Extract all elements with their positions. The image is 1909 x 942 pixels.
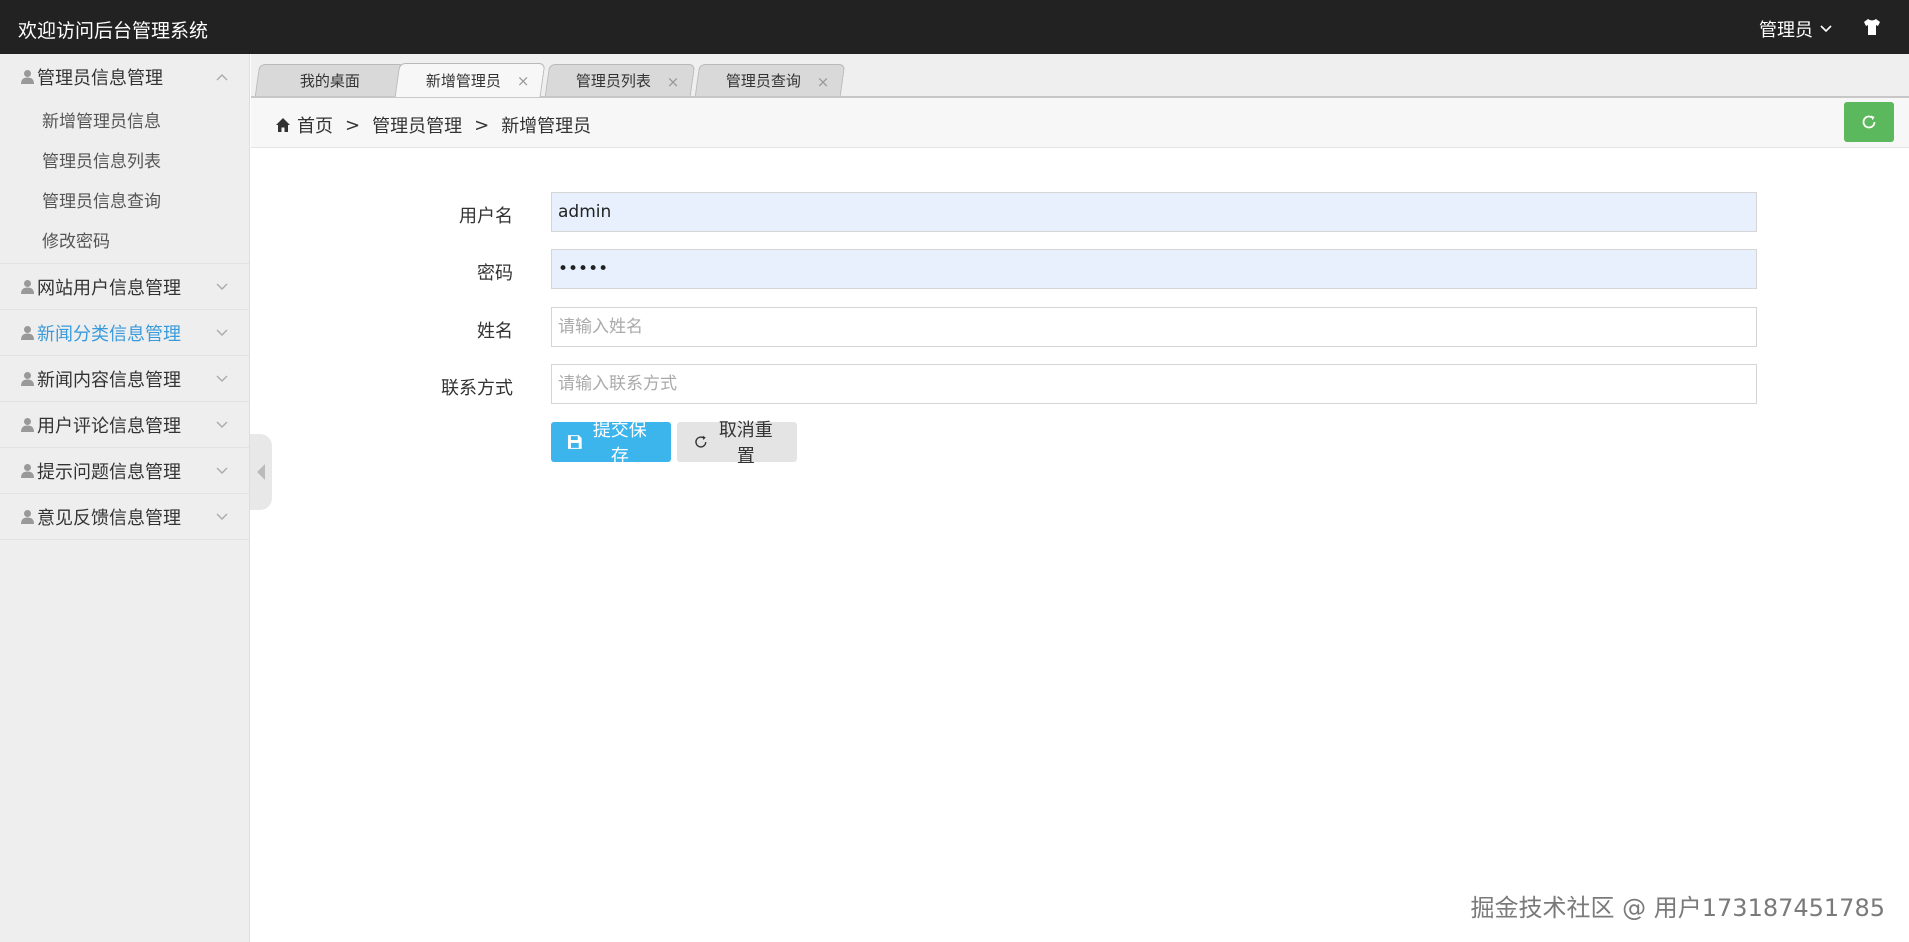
menu-group-news-category: 新闻分类信息管理	[0, 310, 249, 356]
breadcrumb-current: 新增管理员	[501, 116, 592, 137]
password-input[interactable]	[551, 249, 1757, 289]
name-input[interactable]	[551, 307, 1757, 347]
contact-label: 联系方式	[441, 378, 513, 399]
user-menu[interactable]: 管理员	[1759, 16, 1833, 42]
tab-desktop[interactable]: 我的桌面	[254, 64, 406, 96]
menu-group-news-content: 新闻内容信息管理	[0, 356, 249, 402]
tab-admin-query[interactable]: 管理员查询 ×	[694, 64, 846, 96]
tab-label: 我的桌面	[299, 72, 360, 90]
save-icon	[567, 435, 582, 449]
menu-title-label: 管理员信息管理	[37, 67, 163, 89]
close-icon[interactable]: ×	[667, 73, 680, 91]
submenu-admin: 新增管理员信息 管理员信息列表 管理员信息查询 修改密码	[0, 99, 249, 263]
chevron-down-icon	[216, 467, 228, 474]
menu-title-label: 提示问题信息管理	[37, 461, 181, 483]
menu-title-admin[interactable]: 管理员信息管理	[0, 54, 249, 99]
cancel-reset-label: 取消重置	[718, 420, 773, 467]
home-icon	[276, 118, 290, 132]
user-icon	[21, 418, 34, 432]
app-title: 欢迎访问后台管理系统	[18, 20, 209, 42]
chevron-down-icon	[216, 329, 228, 336]
menu-group-feedback: 意见反馈信息管理	[0, 494, 249, 540]
menu-group-site-users: 网站用户信息管理	[0, 264, 249, 310]
menu-title-label: 新闻内容信息管理	[37, 369, 181, 391]
chevron-down-icon	[1820, 25, 1832, 33]
submenu-item-add-admin[interactable]: 新增管理员信息	[0, 99, 249, 139]
menu-group-prompt-questions: 提示问题信息管理	[0, 448, 249, 494]
form-row-name: 姓名	[251, 307, 1909, 347]
breadcrumb-separator: >	[474, 114, 490, 136]
menu-title-label: 用户评论信息管理	[37, 415, 181, 437]
sidebar: 管理员信息管理 新增管理员信息 管理员信息列表 管理员信息查询 修改密码 网站用…	[0, 54, 250, 942]
user-menu-label: 管理员	[1759, 20, 1813, 41]
tshirt-icon[interactable]	[1861, 16, 1883, 38]
breadcrumb-level1: 管理员管理	[372, 116, 463, 137]
user-icon	[21, 372, 34, 386]
submit-save-button[interactable]: 提交保存	[551, 420, 671, 467]
chevron-down-icon	[216, 513, 228, 520]
tab-admin-list[interactable]: 管理员列表 ×	[544, 64, 696, 96]
tabs-bar: 我的桌面 新增管理员 × 管理员列表 × 管理员查询 ×	[251, 54, 1909, 98]
chevron-down-icon	[216, 283, 228, 290]
user-icon	[21, 510, 34, 524]
form-actions: 提交保存 取消重置	[551, 420, 797, 467]
name-label: 姓名	[477, 321, 513, 342]
close-icon[interactable]: ×	[817, 73, 830, 91]
caret-left-icon	[257, 464, 265, 480]
tab-label: 管理员查询	[726, 72, 802, 90]
submit-save-label: 提交保存	[592, 420, 647, 467]
menu-group-comments: 用户评论信息管理	[0, 402, 249, 448]
breadcrumb: 首页 > 管理员管理 > 新增管理员	[275, 112, 591, 138]
submenu-item-admin-query[interactable]: 管理员信息查询	[0, 179, 249, 219]
user-icon	[21, 70, 34, 84]
menu-title-feedback[interactable]: 意见反馈信息管理	[0, 494, 249, 539]
tab-label: 管理员列表	[576, 72, 652, 90]
breadcrumb-home[interactable]: 首页	[297, 112, 333, 138]
form-row-username: 用户名	[251, 192, 1909, 232]
refresh-icon	[1862, 115, 1876, 129]
cancel-reset-button[interactable]: 取消重置	[677, 420, 797, 467]
menu-title-label: 网站用户信息管理	[37, 277, 181, 299]
sidebar-collapse-toggle[interactable]	[250, 434, 272, 510]
menu-group-admin: 管理员信息管理 新增管理员信息 管理员信息列表 管理员信息查询 修改密码	[0, 54, 249, 264]
refresh-button[interactable]	[1844, 102, 1894, 142]
tab-add-admin[interactable]: 新增管理员 ×	[394, 63, 546, 97]
menu-title-news-content[interactable]: 新闻内容信息管理	[0, 356, 249, 401]
menu-title-site-users[interactable]: 网站用户信息管理	[0, 264, 249, 309]
menu-title-label: 新闻分类信息管理	[37, 323, 181, 345]
menu-title-prompt-questions[interactable]: 提示问题信息管理	[0, 448, 249, 493]
username-label: 用户名	[459, 206, 513, 227]
submenu-item-change-password[interactable]: 修改密码	[0, 219, 249, 259]
contact-input[interactable]	[551, 364, 1757, 404]
form-row-password: 密码	[251, 249, 1909, 289]
breadcrumb-separator: >	[345, 114, 361, 136]
breadcrumb-bar: 首页 > 管理员管理 > 新增管理员	[251, 98, 1909, 148]
chevron-down-icon	[216, 421, 228, 428]
user-icon	[21, 464, 34, 478]
user-icon	[21, 280, 34, 294]
chevron-up-icon	[216, 74, 228, 81]
password-label: 密码	[477, 263, 513, 284]
chevron-down-icon	[216, 375, 228, 382]
tab-label: 新增管理员	[426, 72, 502, 90]
menu-title-comments[interactable]: 用户评论信息管理	[0, 402, 249, 447]
form-row-contact: 联系方式	[251, 364, 1909, 404]
user-icon	[21, 326, 34, 340]
submenu-item-admin-list[interactable]: 管理员信息列表	[0, 139, 249, 179]
watermark: 掘金技术社区 @ 用户173187451785	[1470, 894, 1886, 922]
refresh-icon	[695, 435, 707, 448]
menu-title-news-category[interactable]: 新闻分类信息管理	[0, 310, 249, 355]
menu-title-label: 意见反馈信息管理	[37, 507, 181, 529]
top-header: 欢迎访问后台管理系统 管理员	[0, 0, 1909, 54]
close-icon[interactable]: ×	[517, 72, 530, 90]
username-input[interactable]	[551, 192, 1757, 232]
